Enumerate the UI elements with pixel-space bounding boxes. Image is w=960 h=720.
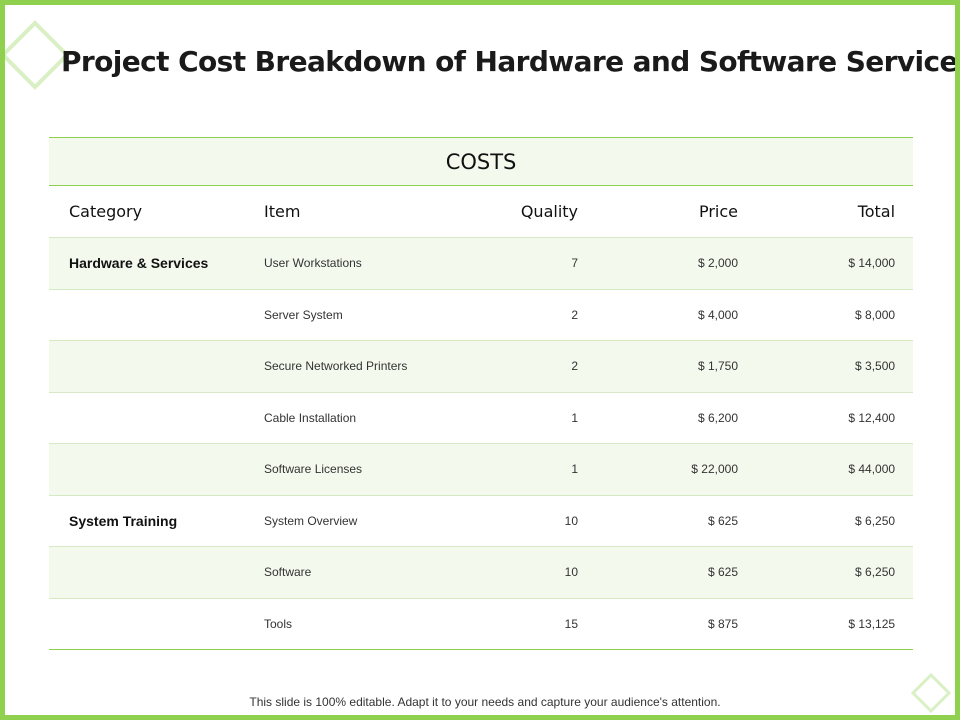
- quality-cell: 2: [456, 289, 596, 341]
- table-caption: COSTS: [49, 137, 914, 186]
- price-cell: $ 22,000: [596, 443, 756, 496]
- table-row: Software 10 $ 625 $ 6,250: [49, 546, 914, 599]
- total-cell: $ 3,500: [756, 340, 914, 393]
- slide: Project Cost Breakdown of Hardware and S…: [0, 0, 960, 720]
- footer-note: This slide is 100% editable. Adapt it to…: [249, 695, 721, 709]
- item-cell: Tools: [256, 598, 456, 650]
- table-row: Cable Installation 1 $ 6,200 $ 12,400: [49, 392, 914, 444]
- price-cell: $ 6,200: [596, 392, 756, 444]
- page-title: Project Cost Breakdown of Hardware and S…: [61, 45, 958, 78]
- quality-cell: 7: [456, 237, 596, 290]
- total-cell: $ 14,000: [756, 237, 914, 290]
- price-cell: $ 625: [596, 546, 756, 599]
- quality-cell: 10: [456, 495, 596, 547]
- category-cell: [49, 546, 256, 599]
- cost-table: COSTS Category Item Quality Price Total …: [49, 137, 914, 650]
- category-cell: [49, 392, 256, 444]
- category-cell: [49, 598, 256, 650]
- item-cell: Secure Networked Printers: [256, 340, 456, 393]
- price-cell: $ 4,000: [596, 289, 756, 341]
- price-cell: $ 2,000: [596, 237, 756, 290]
- item-cell: Software Licenses: [256, 443, 456, 496]
- total-cell: $ 44,000: [756, 443, 914, 496]
- column-header-quality: Quality: [456, 185, 596, 238]
- item-cell: Software: [256, 546, 456, 599]
- total-cell: $ 12,400: [756, 392, 914, 444]
- total-cell: $ 6,250: [756, 546, 914, 599]
- table-header-row: Category Item Quality Price Total: [49, 185, 914, 238]
- category-cell: [49, 340, 256, 393]
- category-cell: System Training: [49, 495, 256, 547]
- diamond-outline-decoration: [910, 672, 952, 714]
- item-cell: Cable Installation: [256, 392, 456, 444]
- total-cell: $ 8,000: [756, 289, 914, 341]
- total-cell: $ 13,125: [756, 598, 914, 650]
- table-row: Tools 15 $ 875 $ 13,125: [49, 598, 914, 650]
- item-cell: System Overview: [256, 495, 456, 547]
- quality-cell: 2: [456, 340, 596, 393]
- category-cell: Hardware & Services: [49, 237, 256, 290]
- quality-cell: 1: [456, 443, 596, 496]
- category-cell: [49, 443, 256, 496]
- table-row: Hardware & Services User Workstations 7 …: [49, 237, 914, 290]
- table-caption-row: COSTS: [49, 137, 914, 186]
- column-header-price: Price: [596, 185, 756, 238]
- quality-cell: 15: [456, 598, 596, 650]
- item-cell: User Workstations: [256, 237, 456, 290]
- quality-cell: 10: [456, 546, 596, 599]
- quality-cell: 1: [456, 392, 596, 444]
- column-header-total: Total: [756, 185, 914, 238]
- total-cell: $ 6,250: [756, 495, 914, 547]
- category-cell: [49, 289, 256, 341]
- price-cell: $ 1,750: [596, 340, 756, 393]
- column-header-item: Item: [256, 185, 456, 238]
- price-cell: $ 625: [596, 495, 756, 547]
- column-header-category: Category: [49, 185, 256, 238]
- table-row: System Training System Overview 10 $ 625…: [49, 495, 914, 547]
- table-row: Software Licenses 1 $ 22,000 $ 44,000: [49, 443, 914, 496]
- price-cell: $ 875: [596, 598, 756, 650]
- table-row: Server System 2 $ 4,000 $ 8,000: [49, 289, 914, 341]
- item-cell: Server System: [256, 289, 456, 341]
- table-row: Secure Networked Printers 2 $ 1,750 $ 3,…: [49, 340, 914, 393]
